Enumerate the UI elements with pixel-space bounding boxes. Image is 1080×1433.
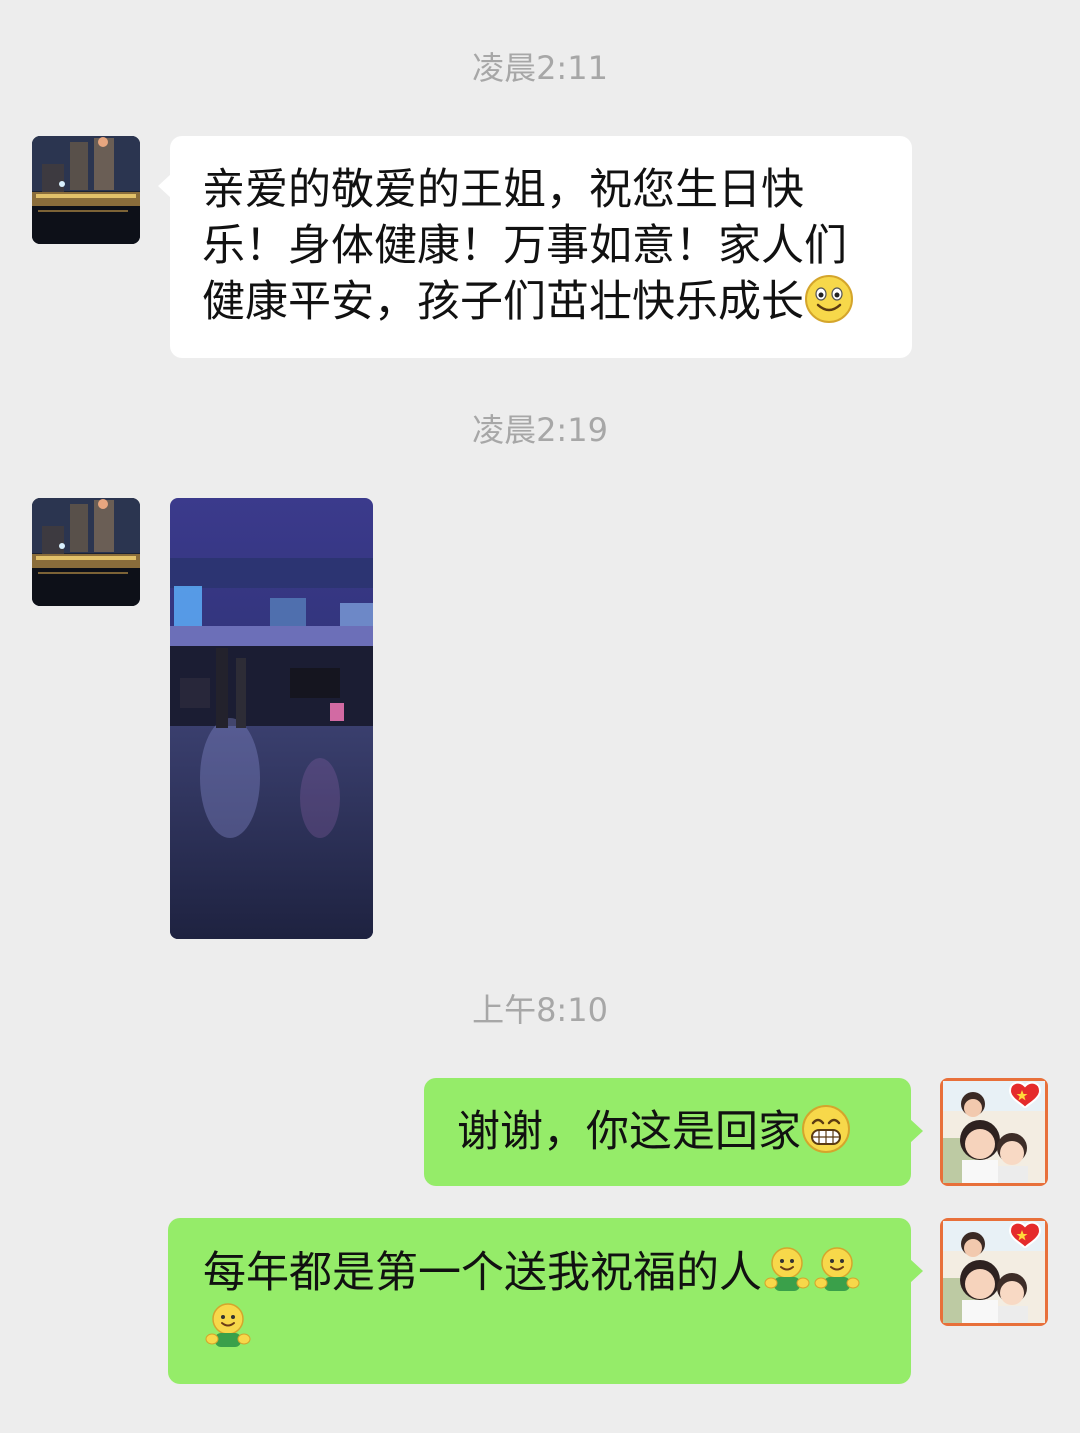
hug-emoji-icon [812,1245,862,1295]
message-text: 每年都是第一个送我祝福的人 [203,1248,762,1298]
timestamp: 凌晨2:11 [472,49,608,87]
outgoing-message-bubble[interactable]: 每年都是第一个送我祝福的人 [168,1218,923,1384]
contact-avatar[interactable] [32,498,140,606]
incoming-message-bubble[interactable]: 亲爱的敬爱的王姐，祝您生日快乐！身体健康！万事如意！家人们健康平安，孩子们茁壮快… [158,136,912,358]
hug-emoji-icon [762,1245,812,1295]
smile-emoji-icon [804,274,854,324]
outgoing-message-bubble[interactable]: 谢谢，你这是回家 [424,1078,923,1186]
contact-avatar[interactable] [32,136,140,244]
message-text: 亲爱的敬爱的王姐，祝您生日快乐！身体健康！万事如意！家人们健康平安，孩子们茁壮快… [202,165,847,327]
station-hall-photo [170,498,373,939]
timestamp: 上午8:10 [472,991,608,1029]
self-avatar[interactable] [940,1218,1048,1326]
hug-emoji-icon [203,1301,253,1351]
message-text: 谢谢，你这是回家 [457,1107,801,1157]
grin-emoji-icon [801,1104,851,1154]
timestamp: 凌晨2:19 [472,411,608,449]
image-message[interactable] [170,498,373,939]
self-avatar[interactable] [940,1078,1048,1186]
